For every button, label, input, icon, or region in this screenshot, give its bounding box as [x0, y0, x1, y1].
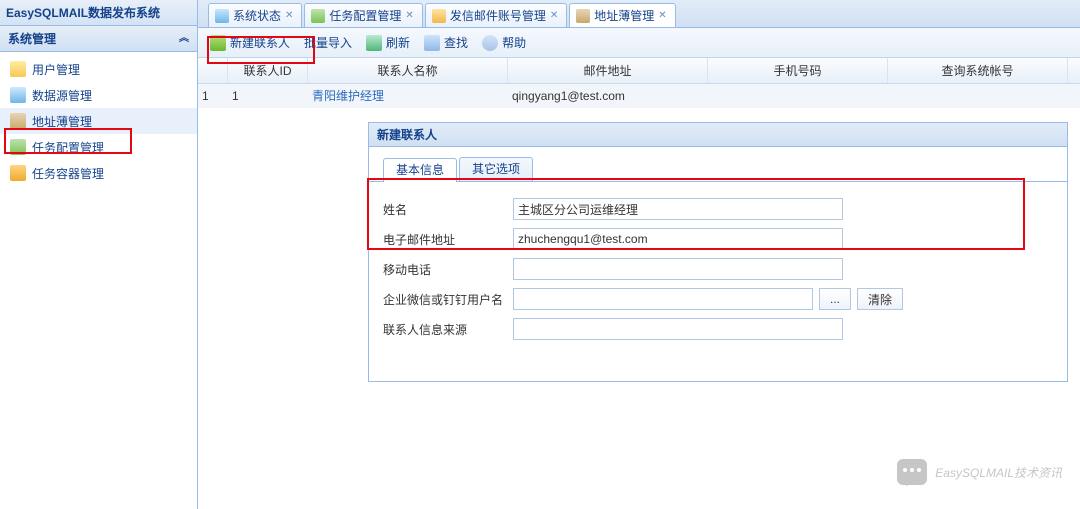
sidebar-item-users[interactable]: 用户管理 — [0, 56, 197, 82]
cell-account — [888, 84, 1068, 108]
sidebar-item-addressbook[interactable]: 地址薄管理 — [0, 108, 197, 134]
col-index — [198, 58, 228, 83]
cell-email: qingyang1@test.com — [508, 84, 708, 108]
refresh-button[interactable]: 刷新 — [366, 34, 410, 51]
batch-import-button[interactable]: 批量导入 — [304, 34, 352, 51]
refresh-icon — [366, 35, 382, 51]
task-config-icon — [10, 139, 26, 155]
button-label: 新建联系人 — [230, 34, 290, 51]
addressbook-icon — [576, 9, 590, 23]
close-icon[interactable]: ✕ — [285, 5, 293, 27]
task-container-icon — [10, 165, 26, 181]
wechat-field[interactable] — [513, 288, 813, 310]
button-label: 查找 — [444, 34, 468, 51]
dialog-title: 新建联系人 — [369, 123, 1067, 147]
email-field[interactable] — [513, 228, 843, 250]
sidebar-item-label: 数据源管理 — [32, 87, 92, 104]
col-name[interactable]: 联系人名称 — [308, 58, 508, 83]
app-title: EasySQLMAIL数据发布系统 — [0, 0, 197, 26]
table-row[interactable]: 1 1 青阳维护经理 qingyang1@test.com — [198, 84, 1080, 108]
sidebar-item-taskconfig[interactable]: 任务配置管理 — [0, 134, 197, 160]
sidebar-item-datasource[interactable]: 数据源管理 — [0, 82, 197, 108]
tab-label: 任务配置管理 — [329, 5, 401, 27]
wechat-icon — [897, 459, 927, 485]
close-icon[interactable]: ✕ — [658, 5, 666, 27]
toolbar: 新建联系人 批量导入 刷新 查找 帮助 — [198, 28, 1080, 58]
sidebar-item-taskcontainer[interactable]: 任务容器管理 — [0, 160, 197, 186]
col-phone[interactable]: 手机号码 — [708, 58, 888, 83]
source-field[interactable] — [513, 318, 843, 340]
button-label: 批量导入 — [304, 34, 352, 51]
close-icon[interactable]: ✕ — [550, 5, 558, 27]
label-source: 联系人信息来源 — [383, 321, 513, 338]
label-email: 电子邮件地址 — [383, 231, 513, 248]
close-icon[interactable]: ✕ — [405, 5, 413, 27]
tab-addressbook[interactable]: 地址薄管理✕ — [569, 3, 675, 27]
find-icon — [424, 35, 440, 51]
tab-label: 发信邮件账号管理 — [450, 5, 546, 27]
label-mobile: 移动电话 — [383, 261, 513, 278]
col-id[interactable]: 联系人ID — [228, 58, 308, 83]
tab-mailaccount[interactable]: 发信邮件账号管理✕ — [425, 3, 567, 27]
user-icon — [10, 61, 26, 77]
name-field[interactable] — [513, 198, 843, 220]
help-button[interactable]: 帮助 — [482, 34, 526, 51]
new-contact-icon — [210, 35, 226, 51]
mail-account-icon — [432, 9, 446, 23]
col-account[interactable]: 查询系统帐号 — [888, 58, 1068, 83]
addressbook-icon — [10, 113, 26, 129]
sidebar-item-label: 地址薄管理 — [32, 113, 92, 130]
watermark: EasySQLMAIL技术资讯 — [897, 459, 1062, 485]
new-contact-dialog: 新建联系人 基本信息 其它选项 姓名 电子邮件地址 移动电话 企业微信或钉钉用户… — [368, 122, 1068, 382]
tab-label: 地址薄管理 — [594, 5, 654, 27]
sidebar-panel-title: 系统管理 — [8, 26, 56, 52]
cell-index: 1 — [198, 84, 228, 108]
tab-taskconfig[interactable]: 任务配置管理✕ — [304, 3, 422, 27]
database-icon — [10, 87, 26, 103]
dialog-tab-other[interactable]: 其它选项 — [459, 157, 533, 181]
sidebar-panel-header[interactable]: 系统管理 ︽ — [0, 26, 197, 52]
find-button[interactable]: 查找 — [424, 34, 468, 51]
label-name: 姓名 — [383, 201, 513, 218]
tab-status[interactable]: 系统状态✕ — [208, 3, 302, 27]
col-email[interactable]: 邮件地址 — [508, 58, 708, 83]
watermark-text: EasySQLMAIL技术资讯 — [935, 464, 1062, 481]
sidebar-item-label: 用户管理 — [32, 61, 80, 78]
cell-id: 1 — [228, 84, 308, 108]
dialog-tab-basic[interactable]: 基本信息 — [383, 158, 457, 182]
tab-label: 系统状态 — [233, 5, 281, 27]
label-wechat: 企业微信或钉钉用户名 — [383, 291, 513, 308]
help-icon — [482, 35, 498, 51]
clear-button[interactable]: 清除 — [857, 288, 903, 310]
browse-button[interactable]: ... — [819, 288, 851, 310]
task-config-icon — [311, 9, 325, 23]
mobile-field[interactable] — [513, 258, 843, 280]
sidebar-item-label: 任务容器管理 — [32, 165, 104, 182]
status-icon — [215, 9, 229, 23]
button-label: 刷新 — [386, 34, 410, 51]
main-tabs: 系统状态✕ 任务配置管理✕ 发信邮件账号管理✕ 地址薄管理✕ — [198, 0, 1080, 28]
new-contact-button[interactable]: 新建联系人 — [210, 34, 290, 51]
button-label: 帮助 — [502, 34, 526, 51]
sidebar-item-label: 任务配置管理 — [32, 139, 104, 156]
chevron-up-icon[interactable]: ︽ — [179, 26, 189, 52]
cell-name[interactable]: 青阳维护经理 — [308, 84, 508, 108]
cell-phone — [708, 84, 888, 108]
